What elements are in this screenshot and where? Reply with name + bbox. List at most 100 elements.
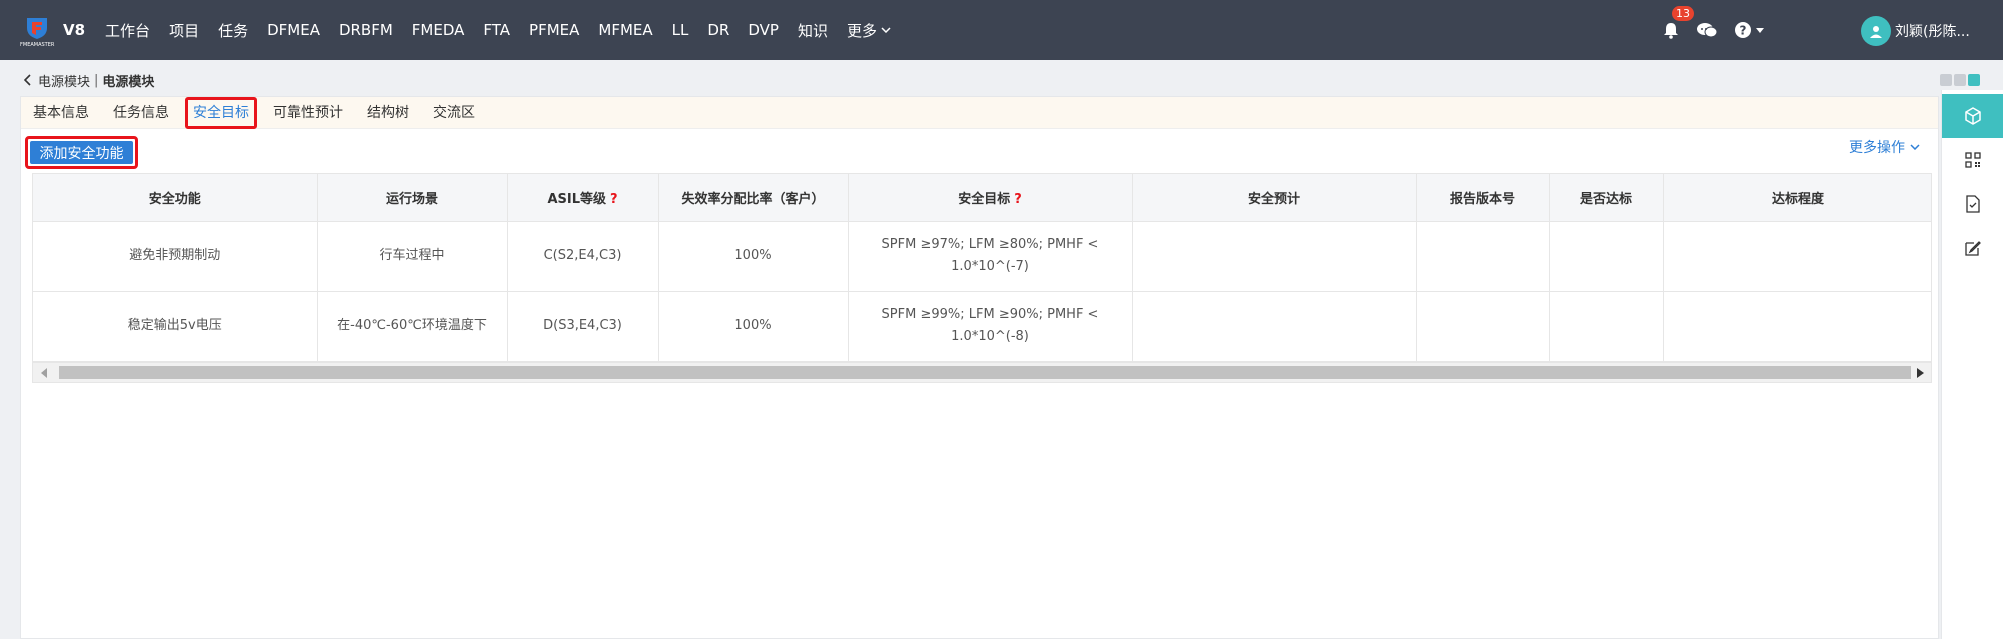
cell-safety-goal[interactable]: SPFM ≥97%; LFM ≥80%; PMHF < 1.0*10^(-7) bbox=[848, 221, 1133, 292]
cell-safety-function[interactable]: 避免非预期制动 bbox=[33, 221, 318, 292]
tab-basic-info[interactable]: 基本信息 bbox=[21, 97, 101, 129]
help-question-icon[interactable]: ? bbox=[1014, 192, 1022, 207]
collapse-right-icon[interactable] bbox=[1968, 74, 1980, 86]
nav-item-task[interactable]: 任务 bbox=[218, 20, 248, 41]
nav-item-drbfm[interactable]: DRBFM bbox=[339, 21, 393, 39]
scrollbar-thumb[interactable] bbox=[59, 366, 1911, 379]
chevron-down-icon bbox=[881, 27, 891, 33]
column-header-report-version: 报告版本号 bbox=[1416, 174, 1550, 222]
breadcrumb: 电源模块 | 电源模块 bbox=[24, 70, 154, 90]
user-menu[interactable]: 刘颖(彤陈... bbox=[1861, 16, 1970, 46]
sidebar-item-qr[interactable] bbox=[1942, 138, 2003, 182]
nav-item-project[interactable]: 项目 bbox=[169, 20, 199, 41]
column-header-failure-rate: 失效率分配比率（客户） bbox=[658, 174, 849, 222]
split-view-icon[interactable] bbox=[1954, 74, 1966, 86]
collapse-left-icon[interactable] bbox=[1940, 74, 1952, 86]
cell-safety-prediction[interactable] bbox=[1132, 291, 1417, 362]
nav-item-fmeda[interactable]: FMEDA bbox=[412, 21, 465, 39]
column-header-label: 安全功能 bbox=[148, 191, 201, 207]
cell-compliant[interactable] bbox=[1549, 291, 1664, 362]
back-arrow-icon[interactable] bbox=[24, 74, 32, 86]
notification-count-badge: 13 bbox=[1672, 6, 1694, 21]
main-nav: V8 工作台 项目 任务 DFMEA DRBFM FMEDA FTA PFMEA… bbox=[63, 0, 910, 60]
nav-item-pfmea[interactable]: PFMEA bbox=[529, 21, 579, 39]
cell-safety-function[interactable]: 稳定输出5v电压 bbox=[33, 291, 318, 362]
notification-button[interactable]: 13 bbox=[1662, 6, 1694, 39]
cell-report-version[interactable] bbox=[1416, 221, 1550, 292]
chat-icon bbox=[1697, 23, 1718, 38]
column-header-compliance-degree: 达标程度 bbox=[1663, 174, 1931, 222]
tab-safety-goal[interactable]: 安全目标 bbox=[181, 96, 261, 129]
nav-item-workbench[interactable]: 工作台 bbox=[105, 20, 150, 41]
nav-item-fta[interactable]: FTA bbox=[483, 21, 510, 39]
breadcrumb-current: 电源模块 bbox=[102, 74, 155, 90]
logo-brand-text: FMEAMASTER bbox=[20, 42, 55, 48]
breadcrumb-parent[interactable]: 电源模块 bbox=[38, 71, 90, 90]
nav-more-label: 更多 bbox=[846, 21, 877, 40]
scroll-left-arrow-icon[interactable] bbox=[41, 368, 48, 378]
cell-asil[interactable]: C(S2,E4,C3) bbox=[507, 221, 659, 292]
cell-failure-rate[interactable]: 100% bbox=[658, 221, 849, 292]
user-name: 刘颖(彤陈... bbox=[1895, 24, 1970, 40]
avatar bbox=[1861, 16, 1891, 46]
nav-item-mfmea[interactable]: MFMEA bbox=[598, 21, 652, 39]
column-header-label: 运行场景 bbox=[385, 191, 438, 207]
nav-item-dr[interactable]: DR bbox=[707, 21, 729, 39]
nav-version[interactable]: V8 bbox=[63, 21, 85, 39]
nav-item-dvp[interactable]: DVP bbox=[748, 21, 779, 39]
cell-compliance-degree[interactable] bbox=[1663, 221, 1931, 292]
sidebar-item-document[interactable] bbox=[1942, 182, 2003, 226]
cell-scenario[interactable]: 在-40℃-60℃环境温度下 bbox=[317, 291, 508, 362]
tab-reliability-prediction[interactable]: 可靠性预计 bbox=[261, 97, 355, 129]
cell-safety-prediction[interactable] bbox=[1132, 221, 1417, 292]
column-header-label: 报告版本号 bbox=[1449, 191, 1515, 207]
column-header-label: 安全目标 bbox=[958, 191, 1011, 207]
user-avatar-icon bbox=[1870, 26, 1882, 38]
cell-safety-goal[interactable]: SPFM ≥99%; LFM ≥90%; PMHF < 1.0*10^(-8) bbox=[848, 291, 1133, 362]
logo-shield-icon bbox=[27, 18, 47, 39]
help-menu-button[interactable]: ? bbox=[1734, 21, 1764, 39]
cell-report-version[interactable] bbox=[1416, 291, 1550, 362]
help-question-icon[interactable]: ? bbox=[610, 192, 618, 207]
sidebar-item-cube[interactable] bbox=[1942, 94, 2003, 138]
qr-code-icon bbox=[1965, 152, 1981, 168]
main-panel: 基本信息 任务信息 安全目标 可靠性预计 结构树 交流区 添加安全功能 更多操作… bbox=[20, 96, 1939, 639]
column-header-safety-prediction: 安全预计 bbox=[1132, 174, 1417, 222]
chevron-down-icon bbox=[1910, 144, 1920, 150]
column-header-label: ASIL等级 bbox=[547, 191, 606, 207]
scroll-right-arrow-icon[interactable] bbox=[1917, 368, 1924, 378]
nav-item-ll[interactable]: LL bbox=[672, 21, 689, 39]
table-row[interactable]: 避免非预期制动 行车过程中 C(S2,E4,C3) 100% SPFM ≥97%… bbox=[33, 221, 1931, 292]
safety-goal-table: 安全功能 运行场景 ASIL等级? 失效率分配比率（客户） 安全目标? 安全预计… bbox=[32, 173, 1932, 383]
column-header-label: 失效率分配比率（客户） bbox=[681, 191, 825, 207]
table-row[interactable]: 稳定输出5v电压 在-40℃-60℃环境温度下 D(S3,E4,C3) 100%… bbox=[33, 291, 1931, 362]
app-logo[interactable]: FMEAMASTER bbox=[20, 14, 54, 48]
cell-compliant[interactable] bbox=[1549, 221, 1664, 292]
cell-scenario[interactable]: 行车过程中 bbox=[317, 221, 508, 292]
cube-icon bbox=[1965, 107, 1981, 125]
cell-failure-rate[interactable]: 100% bbox=[658, 291, 849, 362]
column-header-scenario: 运行场景 bbox=[317, 174, 508, 222]
tab-bar: 基本信息 任务信息 安全目标 可靠性预计 结构树 交流区 bbox=[21, 96, 1938, 129]
column-header-safety-function: 安全功能 bbox=[33, 174, 318, 222]
cell-asil[interactable]: D(S3,E4,C3) bbox=[507, 291, 659, 362]
cell-compliance-degree[interactable] bbox=[1663, 291, 1931, 362]
nav-item-knowledge[interactable]: 知识 bbox=[798, 20, 828, 41]
more-operations-label: 更多操作 bbox=[1849, 140, 1905, 156]
tab-structure-tree[interactable]: 结构树 bbox=[355, 97, 421, 129]
top-navigation-bar: FMEAMASTER V8 工作台 项目 任务 DFMEA DRBFM FMED… bbox=[0, 0, 2003, 60]
nav-more-menu[interactable]: 更多 bbox=[847, 20, 891, 41]
tab-discussion[interactable]: 交流区 bbox=[421, 97, 487, 129]
view-layout-controls bbox=[1938, 74, 1980, 86]
chat-button[interactable] bbox=[1696, 21, 1718, 39]
tab-task-info[interactable]: 任务信息 bbox=[101, 97, 181, 129]
more-operations-dropdown[interactable]: 更多操作 bbox=[1849, 137, 1920, 157]
bell-icon bbox=[1664, 23, 1678, 39]
edit-icon bbox=[1965, 241, 1981, 256]
column-header-label: 安全预计 bbox=[1247, 191, 1300, 207]
nav-item-dfmea[interactable]: DFMEA bbox=[267, 21, 320, 39]
column-header-asil: ASIL等级? bbox=[507, 174, 659, 222]
add-safety-function-button[interactable]: 添加安全功能 bbox=[30, 141, 133, 164]
horizontal-scrollbar[interactable] bbox=[33, 362, 1931, 382]
sidebar-item-edit[interactable] bbox=[1942, 226, 2003, 270]
